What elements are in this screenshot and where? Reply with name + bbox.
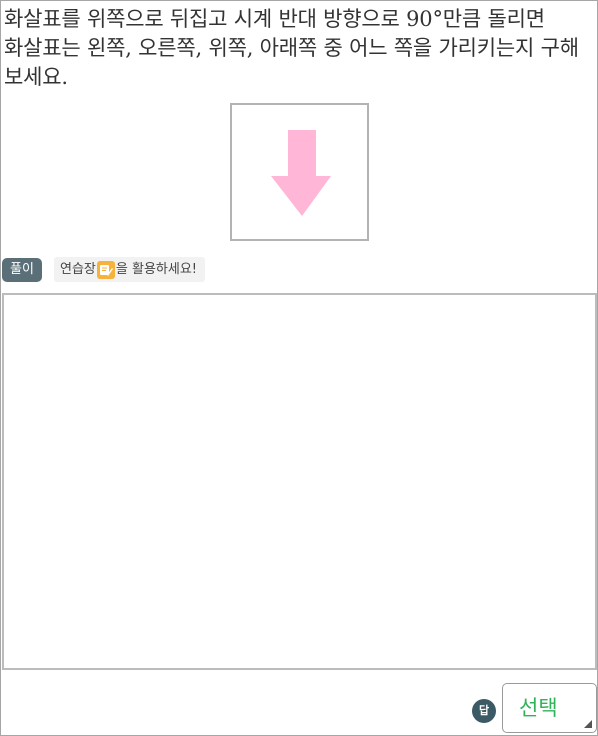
resize-corner-icon [584,720,592,728]
solution-writing-area[interactable] [2,293,597,670]
hint-text-after: 을 활용하세요! [115,262,197,277]
practice-pad-hint[interactable]: 연습장 을 활용하세요! [54,257,205,282]
arrow-figure [230,103,369,241]
answer-select-button[interactable]: 선택 [502,683,597,733]
question-card: 화살표를 위쪽으로 뒤집고 시계 반대 방향으로 90°만큼 돌리면 화살표는 … [0,0,598,736]
answer-badge: 답 [472,699,496,723]
hint-text-before: 연습장 [60,262,96,277]
question-text: 화살표를 위쪽으로 뒤집고 시계 반대 방향으로 90°만큼 돌리면 화살표는 … [4,7,579,89]
answer-select-label: 선택 [519,696,558,720]
down-arrow-icon [271,130,331,216]
solution-badge: 풀이 [2,258,42,282]
pencil-note-icon[interactable] [96,260,115,279]
